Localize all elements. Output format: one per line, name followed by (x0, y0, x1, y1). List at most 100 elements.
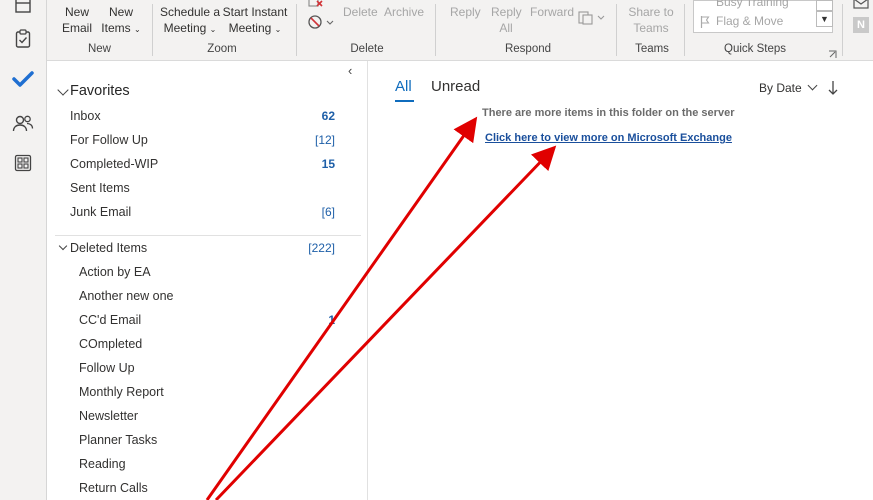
gallery-scroll-up-button[interactable] (816, 0, 833, 11)
folder-label: Junk Email (70, 205, 132, 219)
separator (435, 4, 436, 56)
calendar-icon[interactable] (12, 0, 34, 16)
folder-item-another-new-one[interactable]: Another new one (47, 287, 367, 307)
folder-label: Return Calls (79, 481, 148, 495)
schedule-meeting-button[interactable]: Schedule a Meeting ⌄ (159, 4, 221, 38)
folder-item-planner-tasks[interactable]: Planner Tasks (47, 431, 367, 451)
folder-pane: ‹ Favorites Inbox 62 For Follow Up [12] … (47, 61, 368, 500)
chevron-down-icon: ⌄ (209, 25, 217, 34)
message-list: All Unread By Date There are more items … (368, 61, 873, 500)
onenote-icon[interactable]: N (853, 17, 869, 33)
divider (55, 235, 361, 236)
flag-icon (700, 15, 710, 33)
folder-label: For Follow Up (70, 133, 148, 147)
new-items-label-1: New (108, 5, 133, 19)
separator (842, 4, 843, 56)
group-label-respond: Respond (504, 43, 552, 55)
folder-item-follow-up[interactable]: Follow Up (47, 359, 367, 379)
tab-all-underline (395, 100, 414, 102)
group-label-quick-steps: Quick Steps (724, 43, 786, 55)
schedule-label-2: Meeting (163, 21, 207, 35)
new-email-button[interactable]: New Email (57, 4, 97, 36)
reply-all-button[interactable]: Reply All (491, 4, 522, 36)
start-instant-meeting-button[interactable]: Start Instant Meeting ⌄ (222, 4, 288, 38)
folder-label: Newsletter (79, 409, 139, 423)
separator (616, 4, 617, 56)
ignore-icon[interactable] (307, 0, 327, 12)
folder-item-newsletter[interactable]: Newsletter (47, 407, 367, 427)
folder-item-return-calls[interactable]: Return Calls (47, 479, 367, 499)
todo-check-icon[interactable] (12, 68, 34, 90)
share-to-teams-button[interactable]: Share to Teams (626, 4, 676, 36)
chevron-down-icon (807, 80, 818, 91)
people-icon[interactable] (12, 112, 34, 134)
instant-label-2: Meeting (228, 21, 272, 35)
tasks-clipboard-icon[interactable] (12, 28, 34, 50)
folder-label: Reading (79, 457, 126, 471)
apps-grid-icon[interactable] (12, 152, 34, 174)
new-email-label-2: Email (61, 21, 92, 35)
dialog-launcher-icon[interactable] (828, 46, 837, 58)
chevron-down-icon (57, 84, 69, 96)
more-respond-icon[interactable] (577, 10, 607, 26)
sort-direction-arrow-icon[interactable] (828, 80, 838, 101)
folder-label: Deleted Items (70, 241, 148, 255)
instant-label-1: Start Instant (222, 5, 288, 19)
tab-unread[interactable]: Unread (431, 78, 480, 95)
unread-count: 1 (328, 313, 335, 327)
junk-block-icon[interactable] (307, 14, 337, 32)
folder-label: COmpleted (79, 337, 143, 351)
favorites-toggle[interactable]: Favorites (57, 83, 257, 103)
folder-label: Monthly Report (79, 385, 164, 399)
folder-item-reading[interactable]: Reading (47, 455, 367, 475)
folder-item-deleted-items[interactable]: Deleted Items [222] (47, 239, 367, 259)
folder-item-completed-wip[interactable]: Completed-WIP 15 (47, 155, 367, 175)
folder-item-inbox[interactable]: Inbox 62 (47, 107, 367, 127)
item-count: [12] (314, 133, 335, 147)
folder-item-sent-items[interactable]: Sent Items (47, 179, 367, 199)
folder-item-junk-email[interactable]: Junk Email [6] (47, 203, 367, 223)
reply-button[interactable]: Reply (450, 4, 481, 20)
folder-item-completed[interactable]: COmpleted (47, 335, 367, 355)
group-label-delete: Delete (350, 43, 384, 55)
quick-steps-gallery[interactable]: Busy Training Flag & Move (693, 0, 833, 33)
sort-label: By Date (759, 81, 802, 95)
separator (296, 4, 297, 56)
tab-all[interactable]: All (395, 78, 412, 95)
group-label-zoom: Zoom (207, 43, 237, 55)
gallery-scroll-down-button[interactable]: ▼ (816, 11, 833, 27)
view-more-exchange-link[interactable]: Click here to view more on Microsoft Exc… (485, 132, 732, 144)
server-notice: There are more items in this folder on t… (482, 107, 735, 119)
quick-step-flag-move[interactable]: Flag & Move (716, 13, 783, 29)
quick-step-busy-training[interactable]: Busy Training (716, 0, 789, 10)
forward-button[interactable]: Forward (530, 4, 574, 20)
folder-label: Action by EA (79, 265, 151, 279)
sort-by-button[interactable]: By Date (759, 80, 818, 95)
folder-label: Another new one (79, 289, 174, 303)
mail-icon[interactable] (853, 0, 869, 15)
delete-button[interactable]: Delete (343, 4, 378, 20)
folder-item-action-by-ea[interactable]: Action by EA (47, 263, 367, 283)
reply-all-label-2: All (499, 21, 513, 35)
share-label-1: Share to (628, 5, 674, 19)
ribbon: New Email New Items ⌄ New Schedule a Mee… (47, 0, 873, 61)
favorites-header: Favorites (70, 83, 130, 99)
collapse-pane-icon[interactable]: ‹ (348, 63, 352, 78)
chevron-down-icon (58, 241, 68, 251)
folder-item-for-follow-up[interactable]: For Follow Up [12] (47, 131, 367, 151)
item-count: [222] (308, 241, 335, 255)
folder-label: Follow Up (79, 361, 135, 375)
group-label-teams: Teams (635, 43, 669, 55)
app-rail (0, 0, 47, 500)
new-items-button[interactable]: New Items ⌄ (99, 4, 143, 38)
archive-button[interactable]: Archive (384, 4, 424, 20)
folder-item-monthly-report[interactable]: Monthly Report (47, 383, 367, 403)
separator (152, 4, 153, 56)
folder-item-ccd-email[interactable]: CC'd Email 1 (47, 311, 367, 331)
group-label-new: New (87, 43, 111, 55)
separator (684, 4, 685, 56)
share-label-2: Teams (633, 21, 669, 35)
chevron-down-icon: ⌄ (274, 25, 282, 34)
chevron-down-icon: ▼ (820, 14, 829, 24)
folder-label: CC'd Email (79, 313, 142, 327)
